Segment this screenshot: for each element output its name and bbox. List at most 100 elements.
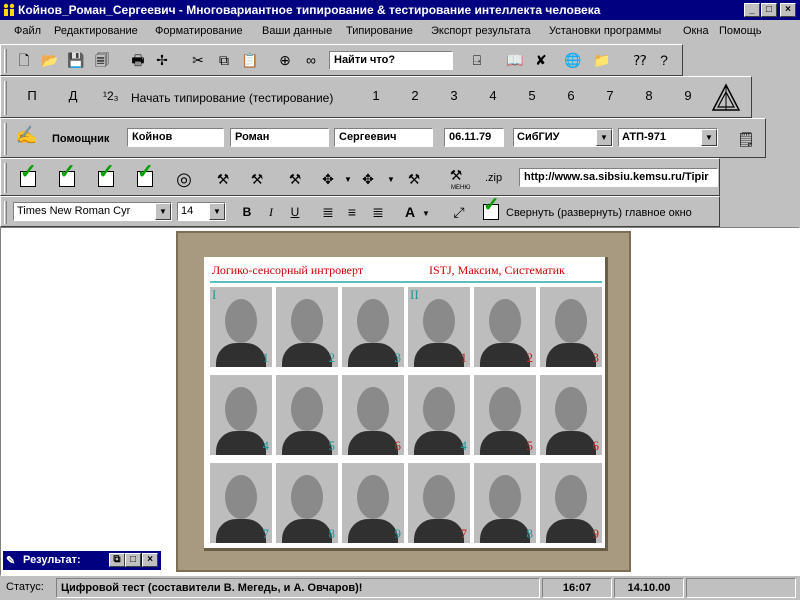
help-query-icon[interactable]: ⁇ bbox=[629, 49, 651, 71]
maximize-button[interactable]: □ bbox=[125, 553, 141, 567]
globe-icon[interactable]: 🌐 bbox=[562, 49, 584, 71]
chevron-down-icon[interactable]: ▼ bbox=[344, 175, 352, 184]
help-icon[interactable]: ? bbox=[653, 49, 675, 71]
patronymic-field[interactable]: Сергеевич bbox=[334, 128, 433, 147]
triangle-logo-icon[interactable] bbox=[711, 83, 741, 113]
portrait: 9 bbox=[342, 463, 404, 543]
target-icon[interactable]: ⊕ bbox=[274, 49, 296, 71]
check-1[interactable]: ✓ bbox=[17, 162, 39, 190]
group-select[interactable]: АТП-971 ▼ bbox=[618, 128, 718, 147]
tools-icon[interactable]: ⚒ bbox=[212, 168, 234, 190]
chevron-down-icon[interactable]: ▼ bbox=[422, 209, 430, 218]
number-button-7[interactable]: 7 bbox=[599, 88, 621, 103]
portrait-number: 1 bbox=[262, 350, 270, 365]
binoculars-icon[interactable]: ∞ bbox=[300, 49, 322, 71]
p-button[interactable]: П bbox=[21, 88, 43, 103]
check-4[interactable]: ✓ bbox=[134, 162, 156, 190]
birth-date-field[interactable]: 06.11.79 bbox=[444, 128, 504, 147]
first-name-field[interactable]: Роман bbox=[230, 128, 329, 147]
chevron-down-icon[interactable]: ▼ bbox=[596, 129, 612, 146]
print-icon[interactable]: 🖶 bbox=[127, 49, 149, 71]
chevron-down-icon[interactable]: ▼ bbox=[155, 203, 171, 220]
number-button-5[interactable]: 5 bbox=[521, 88, 543, 103]
collapse-main-window-label[interactable]: Свернуть (развернуть) главное окно bbox=[506, 207, 692, 219]
cut-icon[interactable]: ✂ bbox=[187, 49, 209, 71]
hammer-minus-icon[interactable]: ⚒ bbox=[284, 168, 306, 190]
assistant-button[interactable]: Помощник bbox=[52, 133, 109, 145]
print-preview-icon[interactable]: ✢ bbox=[151, 49, 173, 71]
university-select[interactable]: СибГИУ ▼ bbox=[513, 128, 613, 147]
menu-file[interactable]: Файл bbox=[14, 25, 41, 37]
zip-button[interactable]: .zip bbox=[485, 172, 502, 184]
save-icon[interactable]: 💾 bbox=[65, 49, 87, 71]
menu-format[interactable]: Форматирование bbox=[155, 25, 243, 37]
collapse-main-window-check[interactable]: ✓ bbox=[480, 195, 502, 223]
font-size-select[interactable]: 14 ▼ bbox=[177, 202, 226, 221]
menu-windows[interactable]: Окна bbox=[683, 25, 709, 37]
align-right-icon[interactable]: ≣ bbox=[367, 201, 389, 223]
check-2[interactable]: ✓ bbox=[56, 162, 78, 190]
menu-typing[interactable]: Типирование bbox=[346, 25, 413, 37]
restore-button[interactable]: ⧉ bbox=[109, 553, 125, 567]
italic-button[interactable]: I bbox=[260, 201, 282, 223]
check-3[interactable]: ✓ bbox=[95, 162, 117, 190]
assistant-icon[interactable]: ✍ bbox=[15, 125, 37, 146]
font-color-icon[interactable]: A bbox=[399, 201, 421, 223]
d-button[interactable]: Д bbox=[62, 88, 84, 103]
result-window-titlebar[interactable]: ✎ Результат: ⧉ □ × bbox=[3, 551, 161, 570]
open-folder-icon[interactable]: 📂 bbox=[39, 49, 61, 71]
delete-icon[interactable]: ✘ bbox=[530, 49, 552, 71]
hammer-drop-icon[interactable]: ⚒ bbox=[403, 168, 425, 190]
portrait: 7 bbox=[408, 463, 470, 543]
close-button[interactable]: × bbox=[780, 3, 796, 17]
portrait-head bbox=[555, 299, 587, 343]
menu-edit[interactable]: Редактирование bbox=[54, 25, 138, 37]
chevron-down-icon[interactable]: ▼ bbox=[387, 175, 395, 184]
number-button-9[interactable]: 9 bbox=[677, 88, 699, 103]
paste-icon[interactable]: 📋 bbox=[239, 49, 261, 71]
menu-your-data[interactable]: Ваши данные bbox=[262, 25, 332, 37]
number-button-4[interactable]: 4 bbox=[482, 88, 504, 103]
status-message: Цифровой тест (составители В. Мегедь, и … bbox=[56, 578, 540, 598]
search-input[interactable]: Найти что? bbox=[329, 51, 453, 70]
ring-icon[interactable]: ◎ bbox=[173, 168, 195, 190]
hammer-sparkle-icon[interactable]: ⚒ bbox=[246, 168, 268, 190]
align-center-icon[interactable]: ≡ bbox=[341, 201, 363, 223]
expand-arrows-icon[interactable]: ⤢ bbox=[448, 201, 470, 223]
menu-help[interactable]: Помощь bbox=[719, 25, 762, 37]
close-button[interactable]: × bbox=[142, 553, 158, 567]
exit-door-icon[interactable]: ⍈ bbox=[466, 49, 488, 71]
chevron-down-icon[interactable]: ▼ bbox=[209, 203, 225, 220]
menu-settings[interactable]: Установки программы bbox=[549, 25, 661, 37]
hammer-menu-icon[interactable]: ⚒ bbox=[445, 164, 467, 186]
minimize-button[interactable]: _ bbox=[744, 3, 760, 17]
move-cross-icon[interactable]: ✥ bbox=[357, 168, 379, 190]
menu-export[interactable]: Экспорт результата bbox=[431, 25, 531, 37]
number-button-1[interactable]: 1 bbox=[365, 88, 387, 103]
notes-icon[interactable]: 🗒 bbox=[735, 128, 757, 150]
number-button-6[interactable]: 6 bbox=[560, 88, 582, 103]
portrait-head bbox=[357, 299, 389, 343]
new-file-icon[interactable]: 🗋 bbox=[13, 49, 35, 71]
book-icon[interactable]: 📖 bbox=[504, 49, 526, 71]
chevron-down-icon[interactable]: ▼ bbox=[701, 129, 717, 146]
bold-button[interactable]: B bbox=[236, 201, 258, 223]
move-cross-icon[interactable]: ✥ bbox=[317, 168, 339, 190]
number-button-2[interactable]: 2 bbox=[404, 88, 426, 103]
copy-icon[interactable]: ⧉ bbox=[213, 49, 235, 71]
portrait: I1 bbox=[210, 287, 272, 367]
align-left-icon[interactable]: ≣ bbox=[317, 201, 339, 223]
save-all-icon[interactable]: 🗐 bbox=[91, 49, 113, 71]
underline-button[interactable]: U bbox=[284, 201, 306, 223]
number-button-3[interactable]: 3 bbox=[443, 88, 465, 103]
window-title: Койнов_Роман_Сергеевич - Многовариантное… bbox=[18, 3, 601, 17]
last-name-field[interactable]: Койнов bbox=[127, 128, 224, 147]
title-bar[interactable]: Койнов_Роман_Сергеевич - Многовариантное… bbox=[0, 0, 800, 20]
font-name-select[interactable]: Times New Roman Cyr ▼ bbox=[13, 202, 172, 221]
folder-icon[interactable]: 📁 bbox=[591, 49, 613, 71]
start-typing-button[interactable]: Начать типирование (тестирование) bbox=[131, 91, 333, 105]
maximize-button[interactable]: □ bbox=[761, 3, 777, 17]
url-field[interactable]: http://www.sa.sibsiu.kemsu.ru/Tipir bbox=[519, 168, 718, 187]
number-button-8[interactable]: 8 bbox=[638, 88, 660, 103]
portrait-head bbox=[357, 387, 389, 431]
